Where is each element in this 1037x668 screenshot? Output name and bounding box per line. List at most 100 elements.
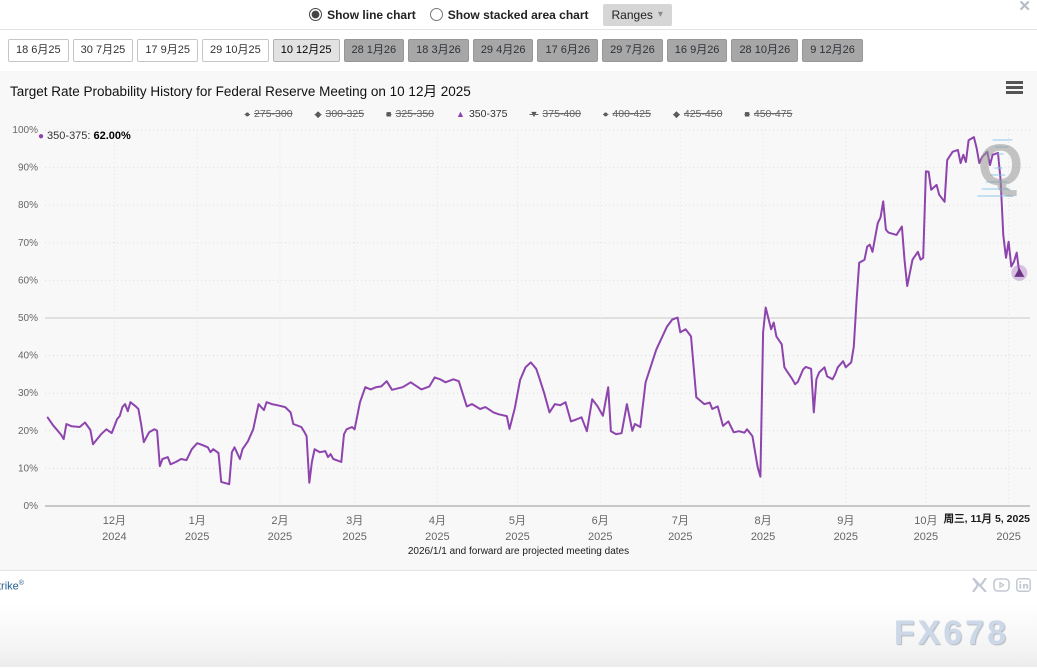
meeting-tab[interactable]: 17 9月25 bbox=[137, 39, 198, 62]
svg-text:30%: 30% bbox=[18, 388, 38, 399]
circle-marker-icon: ● bbox=[245, 109, 250, 119]
svg-text:2025: 2025 bbox=[185, 531, 209, 543]
meeting-tab[interactable]: 29 7月26 bbox=[602, 39, 663, 62]
svg-text:4月: 4月 bbox=[429, 515, 446, 527]
series-hover-name: 350-375: bbox=[47, 130, 90, 142]
chart-title: Target Rate Probability History for Fede… bbox=[10, 80, 471, 100]
svg-text:90%: 90% bbox=[18, 163, 38, 174]
ranges-label: Ranges bbox=[612, 8, 653, 22]
svg-text:70%: 70% bbox=[18, 238, 38, 249]
x-twitter-icon[interactable] bbox=[972, 578, 987, 592]
probability-chart-card: Target Rate Probability History for Fede… bbox=[0, 71, 1037, 571]
svg-text:6月: 6月 bbox=[592, 515, 609, 527]
meeting-tab[interactable]: 9 12月26 bbox=[802, 39, 863, 62]
svg-text:0%: 0% bbox=[24, 501, 39, 512]
svg-text:12月: 12月 bbox=[103, 515, 126, 527]
footer-bar: trike® bbox=[0, 571, 1037, 604]
meeting-tab[interactable]: 18 3月26 bbox=[408, 39, 469, 62]
circle-marker-icon: ● bbox=[603, 109, 608, 119]
svg-text:2025: 2025 bbox=[834, 531, 858, 543]
svg-text:8月: 8月 bbox=[754, 515, 771, 527]
svg-text:7月: 7月 bbox=[672, 515, 689, 527]
legend-label: 325-350 bbox=[395, 108, 434, 120]
diamond-marker-icon: ◆ bbox=[673, 109, 680, 120]
svg-text:2024: 2024 bbox=[102, 531, 126, 543]
show-line-chart-radio[interactable] bbox=[309, 8, 322, 21]
meeting-tab[interactable]: 28 10月26 bbox=[731, 39, 798, 62]
svg-text:2025: 2025 bbox=[505, 531, 529, 543]
svg-text:100%: 100% bbox=[12, 125, 38, 136]
svg-text:40%: 40% bbox=[18, 351, 38, 362]
meeting-tab[interactable]: 29 10月25 bbox=[202, 39, 269, 62]
square-marker-icon: ■ bbox=[744, 109, 749, 119]
svg-text:1月: 1月 bbox=[189, 515, 206, 527]
legend-item[interactable]: ◆ 425-450 bbox=[673, 108, 722, 120]
triangle-marker-icon: ▲ bbox=[456, 109, 465, 119]
quikstrike-brand: trike® bbox=[0, 580, 24, 593]
show-stacked-area-option[interactable]: Show stacked area chart bbox=[430, 8, 589, 22]
meeting-tabs: 18 6月2530 7月2517 9月2529 10月2510 12月2528 … bbox=[0, 30, 1037, 71]
legend-item[interactable]: ▲ 350-375 bbox=[456, 108, 507, 120]
chart-type-toolbar: Show line chart Show stacked area chart … bbox=[0, 0, 1037, 30]
svg-text:50%: 50% bbox=[18, 313, 38, 324]
square-marker-icon: ■ bbox=[386, 109, 391, 119]
page-bottom-strip: FX678 bbox=[0, 604, 1037, 667]
legend-item[interactable]: ■ 450-475 bbox=[744, 108, 792, 120]
svg-text:5月: 5月 bbox=[509, 515, 526, 527]
legend-label: 275-300 bbox=[254, 108, 293, 120]
show-stacked-area-label: Show stacked area chart bbox=[448, 8, 589, 22]
legend-item[interactable]: ● 400-425 bbox=[603, 108, 651, 120]
svg-text:2025: 2025 bbox=[668, 531, 692, 543]
svg-text:2025: 2025 bbox=[342, 531, 366, 543]
legend-item[interactable]: ■ 325-350 bbox=[386, 108, 434, 120]
svg-text:3月: 3月 bbox=[346, 515, 363, 527]
triangle-down-marker-icon: ▼ bbox=[530, 109, 539, 119]
svg-text:2025: 2025 bbox=[425, 531, 449, 543]
legend-label: 300-325 bbox=[326, 108, 365, 120]
legend-label: 450-475 bbox=[754, 108, 793, 120]
chevron-down-icon: ▾ bbox=[658, 10, 663, 20]
fx678-watermark: FX678 bbox=[894, 614, 1009, 653]
chart-legend: ● 275-300 ◆ 300-325 ■ 325-350 ▲ 350-375 ▼375-400… bbox=[0, 108, 1037, 120]
ranges-dropdown[interactable]: Ranges ▾ bbox=[603, 4, 672, 26]
svg-text:10月: 10月 bbox=[914, 515, 937, 527]
svg-text:2025: 2025 bbox=[751, 531, 775, 543]
svg-text:2025: 2025 bbox=[588, 531, 612, 543]
svg-text:2025: 2025 bbox=[996, 531, 1020, 543]
meeting-tab[interactable]: 28 1月26 bbox=[344, 39, 405, 62]
legend-item[interactable]: ● 275-300 bbox=[245, 108, 293, 120]
meeting-tab[interactable]: 16 9月26 bbox=[667, 39, 728, 62]
svg-text:2025: 2025 bbox=[914, 531, 938, 543]
close-icon[interactable]: ✕ bbox=[1018, 0, 1031, 16]
show-stacked-area-radio[interactable] bbox=[430, 8, 443, 21]
svg-text:2月: 2月 bbox=[271, 515, 288, 527]
legend-label: 350-375 bbox=[469, 108, 508, 120]
legend-item[interactable]: ▼375-400 bbox=[530, 108, 581, 120]
show-line-chart-label: Show line chart bbox=[327, 8, 416, 22]
svg-text:9月: 9月 bbox=[837, 515, 854, 527]
svg-text:2025: 2025 bbox=[268, 531, 292, 543]
series-hover-value: 62.00% bbox=[93, 130, 130, 142]
meeting-tab[interactable]: 30 7月25 bbox=[73, 39, 134, 62]
legend-label: 375-400 bbox=[542, 108, 581, 120]
svg-text:20%: 20% bbox=[18, 426, 38, 437]
svg-text:10%: 10% bbox=[18, 463, 38, 474]
chart-menu-icon[interactable] bbox=[1006, 81, 1023, 96]
meeting-tab[interactable]: 18 6月25 bbox=[8, 39, 69, 62]
meeting-tab[interactable]: 29 4月26 bbox=[473, 39, 534, 62]
show-line-chart-option[interactable]: Show line chart bbox=[309, 8, 416, 22]
series-dot-icon: ● bbox=[38, 131, 44, 142]
linkedin-icon[interactable] bbox=[1016, 578, 1031, 592]
youtube-icon[interactable] bbox=[993, 578, 1010, 592]
diamond-marker-icon: ◆ bbox=[315, 109, 322, 120]
legend-label: 400-425 bbox=[612, 108, 651, 120]
svg-text:周三, 11月 5, 2025: 周三, 11月 5, 2025 bbox=[944, 513, 1031, 525]
svg-text:80%: 80% bbox=[18, 200, 38, 211]
meeting-tab[interactable]: 17 6月26 bbox=[537, 39, 598, 62]
legend-label: 425-450 bbox=[684, 108, 723, 120]
legend-item[interactable]: ◆ 300-325 bbox=[315, 108, 364, 120]
probability-line-chart[interactable]: 0% 10% 20% 30% 40% 50% 60% 70% 80% 90% 100% 12月 2024… bbox=[0, 124, 1037, 554]
svg-text:60%: 60% bbox=[18, 275, 38, 286]
meeting-tab[interactable]: 10 12月25 bbox=[273, 39, 340, 62]
series-hover-label: ● 350-375: 62.00% bbox=[38, 130, 131, 142]
